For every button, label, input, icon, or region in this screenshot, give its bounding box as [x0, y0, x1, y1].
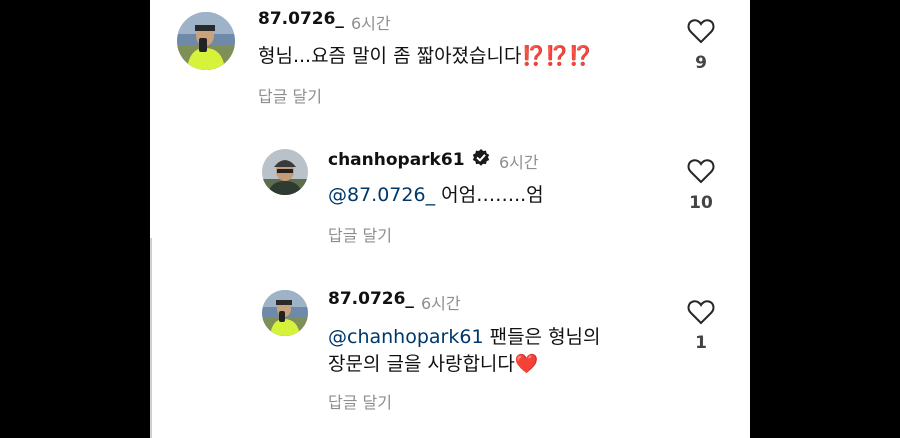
comment-time: 6시간	[499, 153, 539, 172]
heart-emoji: ❤️	[514, 353, 539, 375]
comment-username[interactable]: 87.0726_	[328, 289, 414, 309]
heart-outline-icon[interactable]	[687, 158, 715, 184]
comment-time: 6시간	[351, 14, 391, 33]
comment-text-line2: 장문의 글을 사랑합니다❤️	[328, 348, 539, 381]
comment-text: 형님...요즘 말이 좀 짧아졌습니다⁉️⁉️⁉️	[258, 40, 592, 73]
comment-username[interactable]: 87.0726_	[258, 9, 344, 29]
heart-outline-icon[interactable]	[687, 299, 715, 325]
comment-text: @87.0726_ 어엄……..엄	[328, 179, 544, 212]
heart-outline-icon[interactable]	[687, 18, 715, 44]
mention-link[interactable]: @chanhopark61	[328, 326, 484, 348]
mention-link[interactable]: @87.0726_	[328, 184, 435, 206]
reply-button[interactable]: 답글 달기	[328, 389, 392, 413]
reply-button[interactable]: 답글 달기	[328, 222, 392, 246]
comment-body: 장문의 글을 사랑합니다	[328, 353, 515, 375]
comment-username[interactable]: chanhopark61	[328, 148, 491, 170]
like-count: 10	[689, 193, 713, 213]
emphasis-emoji: ⁉️⁉️⁉️	[521, 45, 593, 67]
avatar-87.0726[interactable]	[177, 12, 235, 70]
comments-panel: 87.0726_ 6시간 형님...요즘 말이 좀 짧아졌습니다⁉️⁉️⁉️ 답…	[150, 0, 750, 438]
like-count: 1	[695, 333, 707, 353]
avatar-chanhopark61[interactable]	[262, 149, 308, 195]
reply-button[interactable]: 답글 달기	[258, 83, 322, 107]
comment-body: 어엄……..엄	[435, 184, 544, 206]
like-count: 9	[695, 53, 707, 73]
comment-time: 6시간	[421, 294, 461, 313]
scroll-indicator	[150, 238, 152, 438]
verified-badge-icon	[472, 149, 489, 166]
avatar-87.0726[interactable]	[262, 290, 308, 336]
comment-body: 팬들은 형님의	[483, 326, 601, 348]
comment-body: 형님...요즘 말이 좀 짧아졌습니다	[258, 45, 522, 67]
username-text[interactable]: chanhopark61	[328, 150, 465, 170]
